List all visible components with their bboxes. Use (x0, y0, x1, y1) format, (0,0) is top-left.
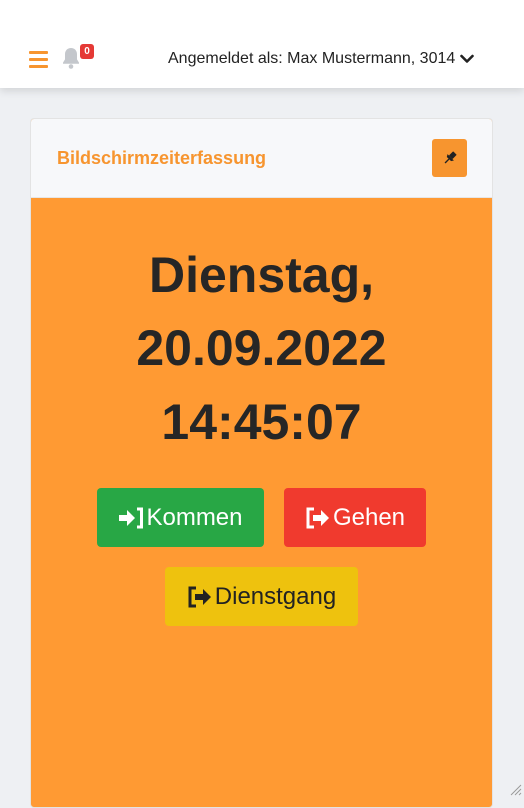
hamburger-icon[interactable] (29, 51, 48, 68)
thumbtack-icon (442, 150, 458, 166)
user-label: Angemeldet als: Max Mustermann, 3014 (168, 50, 455, 68)
notification-badge: 0 (80, 44, 94, 59)
gehen-label: Gehen (333, 504, 405, 532)
dienstgang-label: Dienstgang (215, 583, 336, 611)
date-text: 20.09.2022 (31, 319, 492, 377)
sign-out-icon (305, 507, 331, 529)
resize-grip-icon[interactable] (508, 782, 522, 796)
sign-out-icon (187, 586, 213, 608)
time-text: 14:45:07 (31, 393, 492, 451)
card-title: Bildschirmzeiterfassung (57, 148, 266, 169)
kommen-button[interactable]: Kommen (97, 488, 264, 547)
card-header: Bildschirmzeiterfassung (31, 119, 492, 198)
dienstgang-button[interactable]: Dienstgang (165, 567, 358, 626)
top-navbar: 0 Angemeldet als: Max Mustermann, 3014 (0, 0, 524, 88)
time-tracking-card: Bildschirmzeiterfassung Dienstag, 20.09.… (30, 118, 493, 808)
pin-button[interactable] (432, 139, 467, 177)
weekday-text: Dienstag, (31, 246, 492, 304)
bell-icon[interactable] (61, 46, 81, 70)
gehen-button[interactable]: Gehen (284, 488, 426, 547)
chevron-down-icon (460, 54, 474, 64)
user-menu[interactable]: Angemeldet als: Max Mustermann, 3014 (168, 49, 474, 69)
kommen-label: Kommen (146, 504, 242, 532)
sign-in-icon (118, 507, 144, 529)
